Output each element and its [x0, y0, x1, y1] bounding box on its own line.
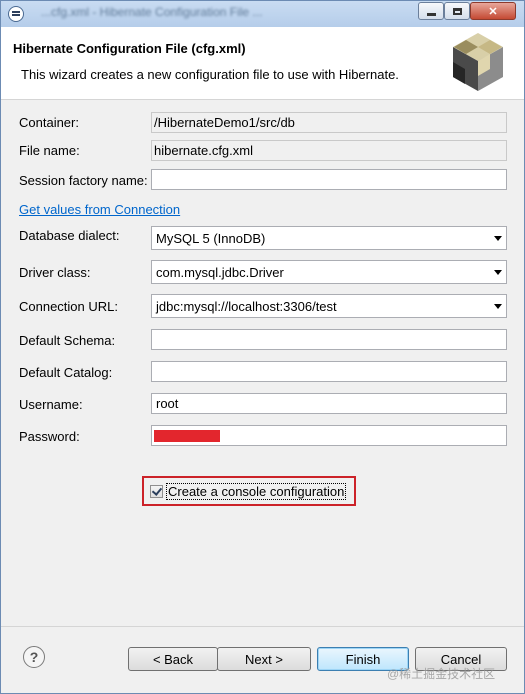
- file-name-label: File name:: [19, 143, 80, 158]
- username-value: root: [156, 396, 179, 411]
- driver-label: Driver class:: [19, 265, 91, 280]
- title-bar[interactable]: ...cfg.xml - Hibernate Configuration Fil…: [1, 1, 524, 27]
- url-value: jdbc:mysql://localhost:3306/test: [156, 299, 337, 314]
- minimize-button[interactable]: [418, 2, 444, 20]
- session-factory-label: Session factory name:: [19, 173, 148, 188]
- page-title: Hibernate Configuration File (cfg.xml): [13, 41, 246, 56]
- wizard-window: ...cfg.xml - Hibernate Configuration Fil…: [0, 0, 525, 694]
- container-value: /HibernateDemo1/src/db: [154, 115, 295, 130]
- password-redaction: [154, 430, 220, 442]
- get-values-from-connection-link[interactable]: Get values from Connection: [19, 202, 180, 217]
- minimize-icon: [426, 12, 436, 16]
- close-button[interactable]: ✕: [470, 2, 516, 20]
- finish-label: Finish: [345, 651, 381, 667]
- dialect-label: Database dialect:: [19, 228, 120, 243]
- file-name-field: hibernate.cfg.xml: [151, 140, 507, 161]
- console-config-checkbox[interactable]: [150, 485, 163, 498]
- eclipse-app-icon: [8, 6, 24, 22]
- close-icon: ✕: [488, 5, 498, 18]
- password-input[interactable]: [151, 425, 507, 446]
- catalog-input[interactable]: [151, 361, 507, 382]
- footer-divider: [1, 626, 524, 627]
- console-config-option[interactable]: Create a console configuration: [150, 483, 347, 500]
- catalog-label: Default Catalog:: [19, 365, 113, 380]
- container-field: /HibernateDemo1/src/db: [151, 112, 507, 133]
- password-label: Password:: [19, 429, 80, 444]
- maximize-button[interactable]: [444, 2, 470, 20]
- dialect-select[interactable]: MySQL 5 (InnoDB): [151, 226, 507, 250]
- page-description: This wizard creates a new configuration …: [21, 67, 399, 82]
- dialect-value: MySQL 5 (InnoDB): [156, 231, 266, 246]
- chevron-down-icon: [494, 270, 502, 275]
- maximize-icon: [452, 7, 462, 15]
- container-label: Container:: [19, 115, 79, 130]
- username-label: Username:: [19, 397, 83, 412]
- console-config-label[interactable]: Create a console configuration: [166, 483, 347, 500]
- wizard-header: Hibernate Configuration File (cfg.xml) T…: [1, 27, 524, 100]
- url-select[interactable]: jdbc:mysql://localhost:3306/test: [151, 294, 507, 318]
- username-input[interactable]: root: [151, 393, 507, 414]
- watermark: @稀土掘金技术社区: [387, 667, 496, 681]
- file-name-value: hibernate.cfg.xml: [154, 143, 253, 158]
- help-button[interactable]: ?: [23, 646, 45, 668]
- session-factory-input[interactable]: [151, 169, 507, 190]
- schema-label: Default Schema:: [19, 333, 116, 348]
- driver-value: com.mysql.jdbc.Driver: [156, 265, 284, 280]
- url-label: Connection URL:: [19, 299, 118, 314]
- next-button[interactable]: Next >: [217, 647, 311, 671]
- back-label: < Back: [152, 651, 194, 667]
- next-label: Next >: [245, 651, 283, 667]
- back-button[interactable]: < Back: [128, 647, 218, 671]
- help-icon: ?: [29, 649, 39, 665]
- window-title: ...cfg.xml - Hibernate Configuration Fil…: [41, 5, 263, 19]
- driver-select[interactable]: com.mysql.jdbc.Driver: [151, 260, 507, 284]
- hibernate-logo-icon: [453, 33, 503, 91]
- chevron-down-icon: [494, 236, 502, 241]
- chevron-down-icon: [494, 304, 502, 309]
- schema-input[interactable]: [151, 329, 507, 350]
